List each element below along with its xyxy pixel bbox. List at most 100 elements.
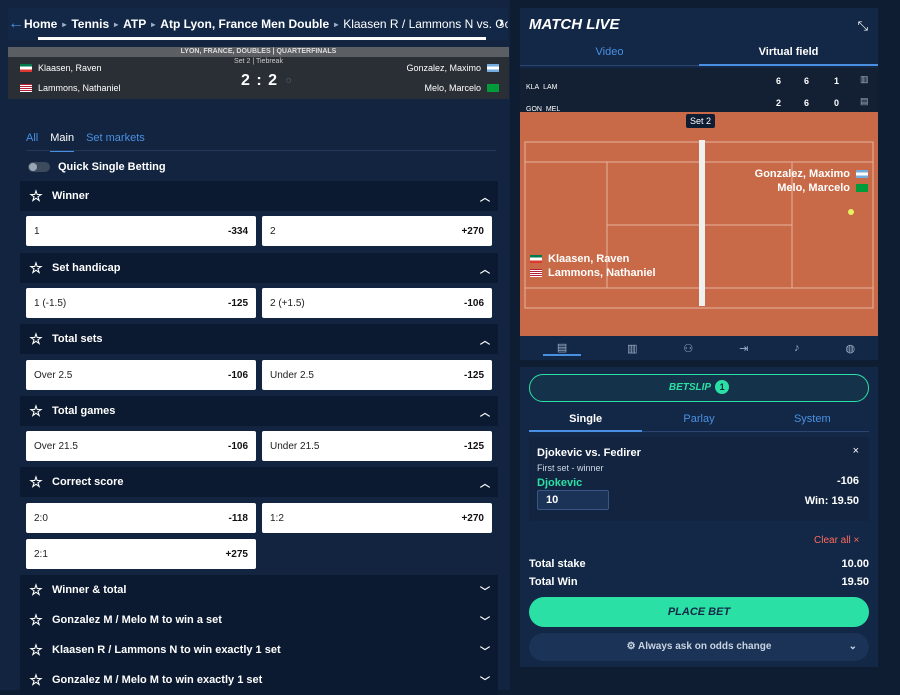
flag-icon [487,64,499,72]
collapse-icon[interactable]: ⤡ [858,18,868,34]
serve-icon: ◌ [286,75,292,85]
market-header-total-games[interactable]: ☆ Total games ︿ [20,396,498,426]
scoreboard-icon[interactable]: ▤ [860,96,869,107]
microphone-icon[interactable]: ♪ [794,342,800,354]
scroll-indicator[interactable] [38,37,486,40]
market-header-gonzalez-win-set[interactable]: ☆ Gonzalez M / Melo M to win a set ﹀ [20,605,498,635]
star-icon[interactable]: ☆ [20,671,52,689]
flag-icon [530,255,542,263]
next-arrow-icon[interactable]: › [499,14,504,32]
bet-odds: -106 [836,475,859,487]
chevron-down-icon[interactable]: ﹀ [480,583,490,598]
chevron-down-icon[interactable]: ﹀ [480,673,490,688]
set-score: 6 [804,76,810,86]
stats-icon[interactable]: ▥ [860,74,869,85]
star-icon[interactable]: ☆ [20,611,52,629]
market-header-winner[interactable]: ☆ Winner ︿ [20,181,498,211]
back-arrow-icon[interactable]: ← [8,15,24,33]
court-player-name: Klaasen, Raven [526,253,629,265]
odd-button[interactable]: 2 (+1.5) -106 [262,288,492,318]
odd-button[interactable]: 1:2 +270 [262,503,492,533]
live-scoreboard: KLA LAM GON MEL 6 6 1 2 6 0 ▥ ▤ [520,68,878,113]
home-player-2: Lammons, Nathaniel [18,83,121,93]
close-icon: × [853,535,860,546]
market-tabs: All Main Set markets [26,132,157,152]
market-header-gonzalez-exactly-1[interactable]: ☆ Gonzalez M / Melo M to win exactly 1 se… [20,665,498,695]
odd-button[interactable]: 1 -334 [26,216,256,246]
market-header-winner-total[interactable]: ☆ Winner & total ﹀ [20,575,498,605]
total-win-value: 19.50 [841,576,869,588]
chevron-up-icon[interactable]: ︿ [480,404,490,419]
chevron-down-icon[interactable]: ﹀ [480,613,490,628]
market-header-correct-score[interactable]: ☆ Correct score ︿ [20,467,498,497]
market-header-set-handicap[interactable]: ☆ Set handicap ︿ [20,253,498,283]
chevron-right-icon: ▸ [114,19,119,29]
divider [26,150,496,151]
lineups-icon[interactable]: ⚇ [683,342,693,355]
bar-chart-icon[interactable]: ▥ [627,342,637,355]
tab-single[interactable]: Single [529,413,643,432]
place-bet-button[interactable]: PLACE BET [529,597,869,627]
flag-icon [856,170,868,178]
chevron-up-icon[interactable]: ︿ [480,261,490,276]
star-icon[interactable]: ☆ [20,473,52,491]
stake-input[interactable]: 10 [537,490,609,510]
star-icon[interactable]: ☆ [20,187,52,205]
head-to-head-icon[interactable]: ⇥ [739,342,748,355]
scoreboard-view-icon[interactable]: ▤ [542,341,582,356]
tab-parlay[interactable]: Parlay [642,413,756,432]
tab-system[interactable]: System [755,413,869,432]
scoreboard: LYON, FRANCE, DOUBLES | QUARTERFINALS Se… [8,47,509,99]
chevron-up-icon[interactable]: ︿ [480,332,490,347]
odd-button[interactable]: Under 21.5 -125 [262,431,492,461]
odds-change-select[interactable]: ⚙ Always ask on odds change ⌄ [529,633,869,661]
star-icon[interactable]: ☆ [20,581,52,599]
odd-button[interactable]: 2:0 -118 [26,503,256,533]
chevron-up-icon[interactable]: ︿ [480,475,490,490]
markets-panel: ← Home ▸ Tennis ▸ ATP ▸ Atp Lyon, France Me… [0,0,510,695]
home-player-1: Klaasen, Raven [18,63,102,73]
chevron-down-icon[interactable]: ﹀ [480,643,490,658]
tab-main[interactable]: Main [50,132,75,152]
tab-video[interactable]: Video [520,46,699,66]
away-player-1: Gonzalez, Maximo [406,63,499,73]
odd-button[interactable]: Over 21.5 -106 [26,431,256,461]
breadcrumb-atp[interactable]: ATP [123,17,146,31]
bet-event: Djokevic vs. Fedirer [537,447,641,459]
chevron-up-icon[interactable]: ︿ [480,189,490,204]
odd-button[interactable]: 2:1 +275 [26,539,256,569]
clear-all-button[interactable]: Clear all × [814,535,859,546]
set-score: 6 [804,98,810,108]
court-player-name: Gonzalez, Maximo [755,168,868,180]
star-icon[interactable]: ☆ [20,641,52,659]
tennis-ball-icon[interactable]: ◍ [845,342,855,355]
odd-button[interactable]: Under 2.5 -125 [262,360,492,390]
star-icon[interactable]: ☆ [20,402,52,420]
quick-single-label: Quick Single Betting [58,161,166,173]
match-live-title: MATCH LIVE [529,16,620,33]
breadcrumb-tennis[interactable]: Tennis [71,17,109,31]
quick-single-toggle[interactable] [28,162,50,172]
set-score: 2 [776,98,782,108]
close-icon[interactable]: × [853,445,859,457]
star-icon[interactable]: ☆ [20,259,52,277]
star-icon[interactable]: ☆ [20,330,52,348]
tab-virtual-field[interactable]: Virtual field [699,46,878,66]
total-stake-label: Total stake [529,558,586,570]
virtual-court: Set 2 Gonzalez, Maximo Melo, Marcelo Kla… [520,112,878,336]
breadcrumb-home[interactable]: Home [24,17,57,31]
odd-button[interactable]: 1 (-1.5) -125 [26,288,256,318]
breadcrumb-tournament[interactable]: Atp Lyon, France Men Double [160,17,329,31]
quick-single-betting[interactable]: Quick Single Betting [28,161,166,173]
odd-button[interactable]: 2 +270 [262,216,492,246]
market-header-klaasen-exactly-1[interactable]: ☆ Klaasen R / Lammons N to win exactly 1 … [20,635,498,665]
court-player-name: Lammons, Nathaniel [526,267,656,279]
team-abbr: KLA LAM [526,84,558,91]
odd-button[interactable]: Over 2.5 -106 [26,360,256,390]
tab-set-markets[interactable]: Set markets [86,132,145,152]
tab-all[interactable]: All [26,132,38,152]
match-score: 2 : 2 [241,72,279,89]
market-header-total-sets[interactable]: ☆ Total sets ︿ [20,324,498,354]
betslip-button[interactable]: BETSLIP 1 [529,374,869,402]
flag-icon [20,84,32,92]
